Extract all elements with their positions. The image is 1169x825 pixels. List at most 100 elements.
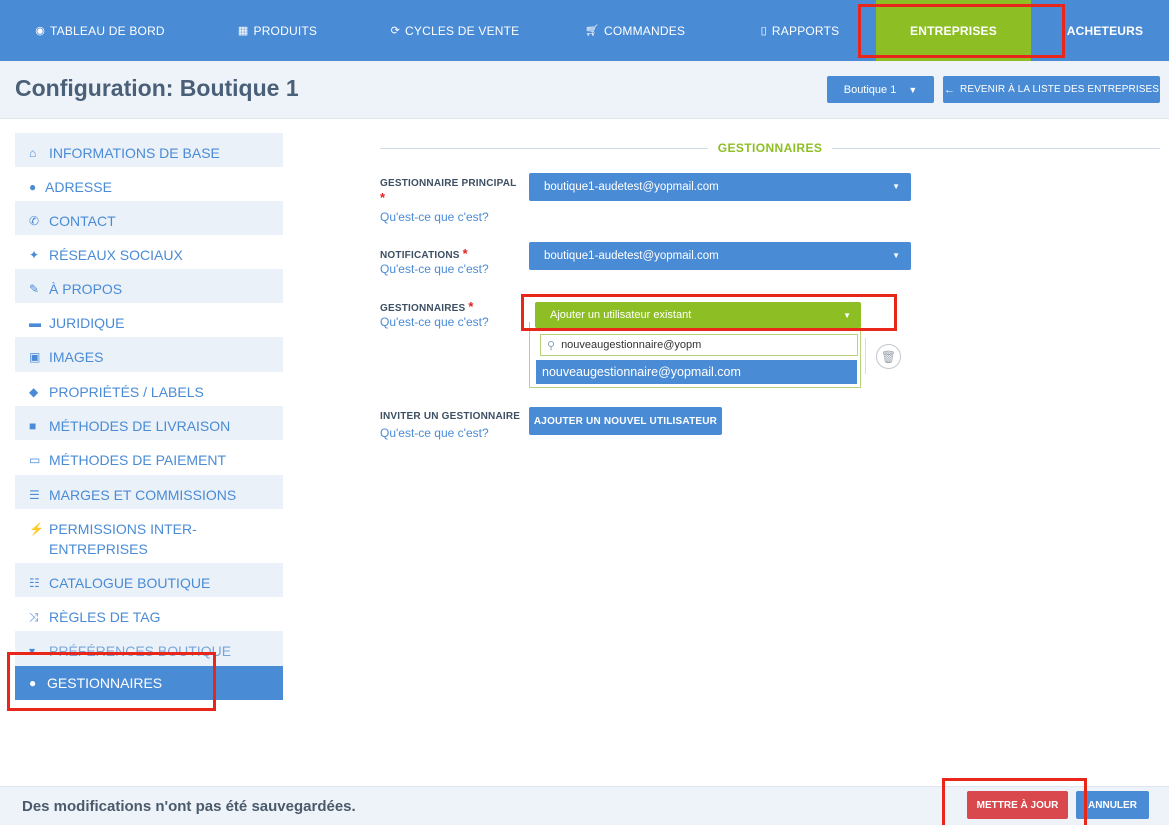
section-divider-left — [380, 148, 708, 149]
cancel-button[interactable]: ANNULER — [1076, 791, 1149, 819]
search-icon: ⚲ — [547, 339, 556, 352]
store-select-label: Boutique 1 — [843, 83, 897, 96]
section-divider-right — [832, 148, 1160, 149]
nav-item-label: RAPPORTS — [771, 23, 840, 38]
store-select-button[interactable]: Boutique 1 ▼ — [827, 76, 934, 103]
nav-item-label: PRODUITS — [253, 23, 318, 38]
notifications-help-link[interactable]: Qu'est-ce que c'est? — [380, 262, 489, 276]
main-manager-label-text: GESTIONNAIRE PRINCIPAL — [380, 178, 517, 189]
nav-item-dashboard[interactable]: ◉ TABLEAU DE BORD — [20, 0, 180, 61]
dropdown-option-label: nouveaugestionnaire@yopmail.com — [542, 365, 741, 379]
nav-item-orders[interactable]: 🛒︎ COMMANDES — [575, 0, 695, 61]
managers-label: GESTIONNAIRES * — [380, 299, 474, 314]
phone-icon: ✆ — [29, 214, 40, 228]
trash-icon[interactable]: 🗑︎ — [876, 344, 901, 369]
nav-item-buyers[interactable]: ACHETEURS — [1060, 0, 1150, 61]
page-title: Configuration: Boutique 1 — [15, 75, 299, 101]
money-icon: ▭ — [29, 453, 41, 467]
sidebar-item-label: INFORMATIONS DE BASE — [49, 145, 220, 161]
invite-manager-label-text: INVITER UN GESTIONNAIRE — [380, 411, 521, 422]
back-to-companies-button[interactable]: ← REVENIR À LA LISTE DES ENTREPRISES — [943, 76, 1160, 103]
invite-help-link[interactable]: Qu'est-ce que c'est? — [380, 426, 489, 440]
briefcase-icon: ▬ — [29, 316, 41, 330]
add-new-user-button[interactable]: AJOUTER UN NOUVEL UTILISATEUR — [529, 407, 722, 435]
managers-help-link[interactable]: Qu'est-ce que c'est? — [380, 315, 489, 329]
user-search-value: nouveaugestionnaire@yopm — [561, 339, 702, 351]
main-manager-select[interactable]: boutique1-audetest@yopmail.com ▼ — [529, 173, 911, 201]
section-title: GESTIONNAIRES — [717, 141, 823, 155]
sidebar-item-legal[interactable]: ▬ JURIDIQUE — [15, 303, 283, 337]
sidebar-item-social-networks[interactable]: ✦ RÉSEAUX SOCIAUX — [15, 235, 283, 269]
add-existing-user-label: Ajouter un utilisateur existant — [550, 309, 692, 321]
caret-down-icon: ▼ — [892, 251, 900, 260]
twitter-icon: ✦ — [29, 248, 40, 262]
sidebar-item-label: MÉTHODES DE PAIEMENT — [49, 452, 227, 468]
nav-item-label: COMMANDES — [604, 23, 686, 38]
sidebar-item-label: CONTACT — [49, 213, 116, 229]
sidebar-item-images[interactable]: ▣ IMAGES — [15, 337, 283, 372]
sidebar-item-margins-commissions[interactable]: ☰ MARGES ET COMMISSIONS — [15, 475, 283, 509]
nav-item-sales-cycles[interactable]: ⟳ CYCLES DE VENTE — [380, 0, 530, 61]
nav-item-products[interactable]: ▦ PRODUITS — [220, 0, 335, 61]
user-icon: ● — [29, 676, 37, 690]
sidebar-item-managers[interactable]: ● GESTIONNAIRES — [15, 666, 283, 700]
main-manager-label: GESTIONNAIRE PRINCIPAL — [380, 178, 516, 189]
sidebar-item-delivery-methods[interactable]: ■ MÉTHODES DE LIVRAISON — [15, 406, 283, 440]
sidebar-item-label: IMAGES — [49, 349, 104, 365]
image-icon: ▣ — [29, 350, 41, 364]
refresh-icon: ⟳ — [390, 25, 401, 37]
required-mark: * — [462, 246, 468, 261]
dropdown-separator — [865, 338, 866, 374]
home-icon: ⌂ — [29, 146, 37, 160]
caret-down-icon: ▼ — [892, 182, 900, 191]
dropdown-option-user[interactable]: nouveaugestionnaire@yopmail.com — [536, 360, 857, 384]
sidebar-item-label: ADRESSE — [45, 179, 112, 195]
sidebar-item-label: À PROPOS — [49, 281, 123, 297]
sidebar-item-label: MÉTHODES DE LIVRAISON — [49, 418, 231, 434]
sidebar-item-contact[interactable]: ✆ CONTACT — [15, 201, 283, 235]
truck-icon: ■ — [29, 419, 37, 433]
sidebar-item-payment-methods[interactable]: ▭ MÉTHODES DE PAIEMENT — [15, 440, 283, 475]
main-manager-help-link[interactable]: Qu'est-ce que c'est? — [380, 210, 489, 224]
nav-item-label: ENTREPRISES — [910, 23, 997, 38]
main-manager-value: boutique1-audetest@yopmail.com — [544, 181, 719, 193]
sidebar-item-label: PROPRIÉTÉS / LABELS — [49, 384, 204, 400]
list-icon: ☷ — [29, 576, 40, 590]
nav-item-label: TABLEAU DE BORD — [50, 23, 165, 38]
sidebar-item-inter-company-permissions[interactable]: ⚡ PERMISSIONS INTER-ENTREPRISES — [15, 509, 283, 563]
sidebar-item-store-catalog[interactable]: ☷ CATALOGUE BOUTIQUE — [15, 563, 283, 597]
sidebar-item-label: PERMISSIONS INTER-ENTREPRISES — [49, 521, 197, 557]
sidebar-item-address[interactable]: ● ADRESSE — [15, 167, 283, 201]
sidebar-item-label: RÉSEAUX SOCIAUX — [49, 247, 183, 263]
nav-item-label: ACHETEURS — [1066, 23, 1144, 38]
update-button[interactable]: METTRE À JOUR — [967, 791, 1068, 819]
file-icon: ▯ — [760, 25, 767, 37]
invite-manager-label: INVITER UN GESTIONNAIRE — [380, 411, 520, 422]
cart-icon: ▾ — [29, 644, 36, 658]
main-manager-required-row: * — [380, 190, 385, 205]
caret-down-icon: ▼ — [908, 84, 918, 95]
sidebar-item-about[interactable]: ✎ À PROPOS — [15, 269, 283, 303]
sidebar-item-tag-rules[interactable]: ⤨ RÈGLES DE TAG — [15, 597, 283, 631]
list-alt-icon: ☰ — [29, 488, 40, 502]
sidebar-item-label: RÈGLES DE TAG — [49, 609, 161, 625]
plug-icon: ⚡ — [29, 522, 44, 536]
nav-item-label: CYCLES DE VENTE — [405, 23, 520, 38]
sidebar-item-label: JURIDIQUE — [49, 315, 125, 331]
notifications-select[interactable]: boutique1-audetest@yopmail.com ▼ — [529, 242, 911, 270]
nav-item-reports[interactable]: ▯ RAPPORTS — [745, 0, 855, 61]
nav-item-companies[interactable]: ENTREPRISES — [876, 0, 1031, 61]
sidebar-item-properties-labels[interactable]: ◆ PROPRIÉTÉS / LABELS — [15, 372, 283, 406]
user-search-input[interactable]: ⚲ nouveaugestionnaire@yopm — [540, 334, 858, 356]
top-navigation: ◉ TABLEAU DE BORD ▦ PRODUITS ⟳ CYCLES DE… — [0, 0, 1169, 61]
cart-icon: 🛒︎ — [584, 25, 600, 37]
grid-icon: ▦ — [237, 25, 249, 37]
sidebar-item-label: PRÉFÉRENCES BOUTIQUE — [49, 643, 232, 659]
add-existing-user-select[interactable]: Ajouter un utilisateur existant ▼ — [535, 302, 861, 328]
settings-sidebar: ⌂ INFORMATIONS DE BASE ● ADRESSE ✆ CONTA… — [15, 133, 283, 700]
arrow-left-icon: ← — [943, 83, 956, 96]
sidebar-item-store-preferences[interactable]: ▾ PRÉFÉRENCES BOUTIQUE — [15, 631, 283, 666]
notifications-label-text: NOTIFICATIONS — [380, 250, 460, 261]
sidebar-item-label: CATALOGUE BOUTIQUE — [49, 575, 211, 591]
sidebar-item-basic-info[interactable]: ⌂ INFORMATIONS DE BASE — [15, 133, 283, 167]
